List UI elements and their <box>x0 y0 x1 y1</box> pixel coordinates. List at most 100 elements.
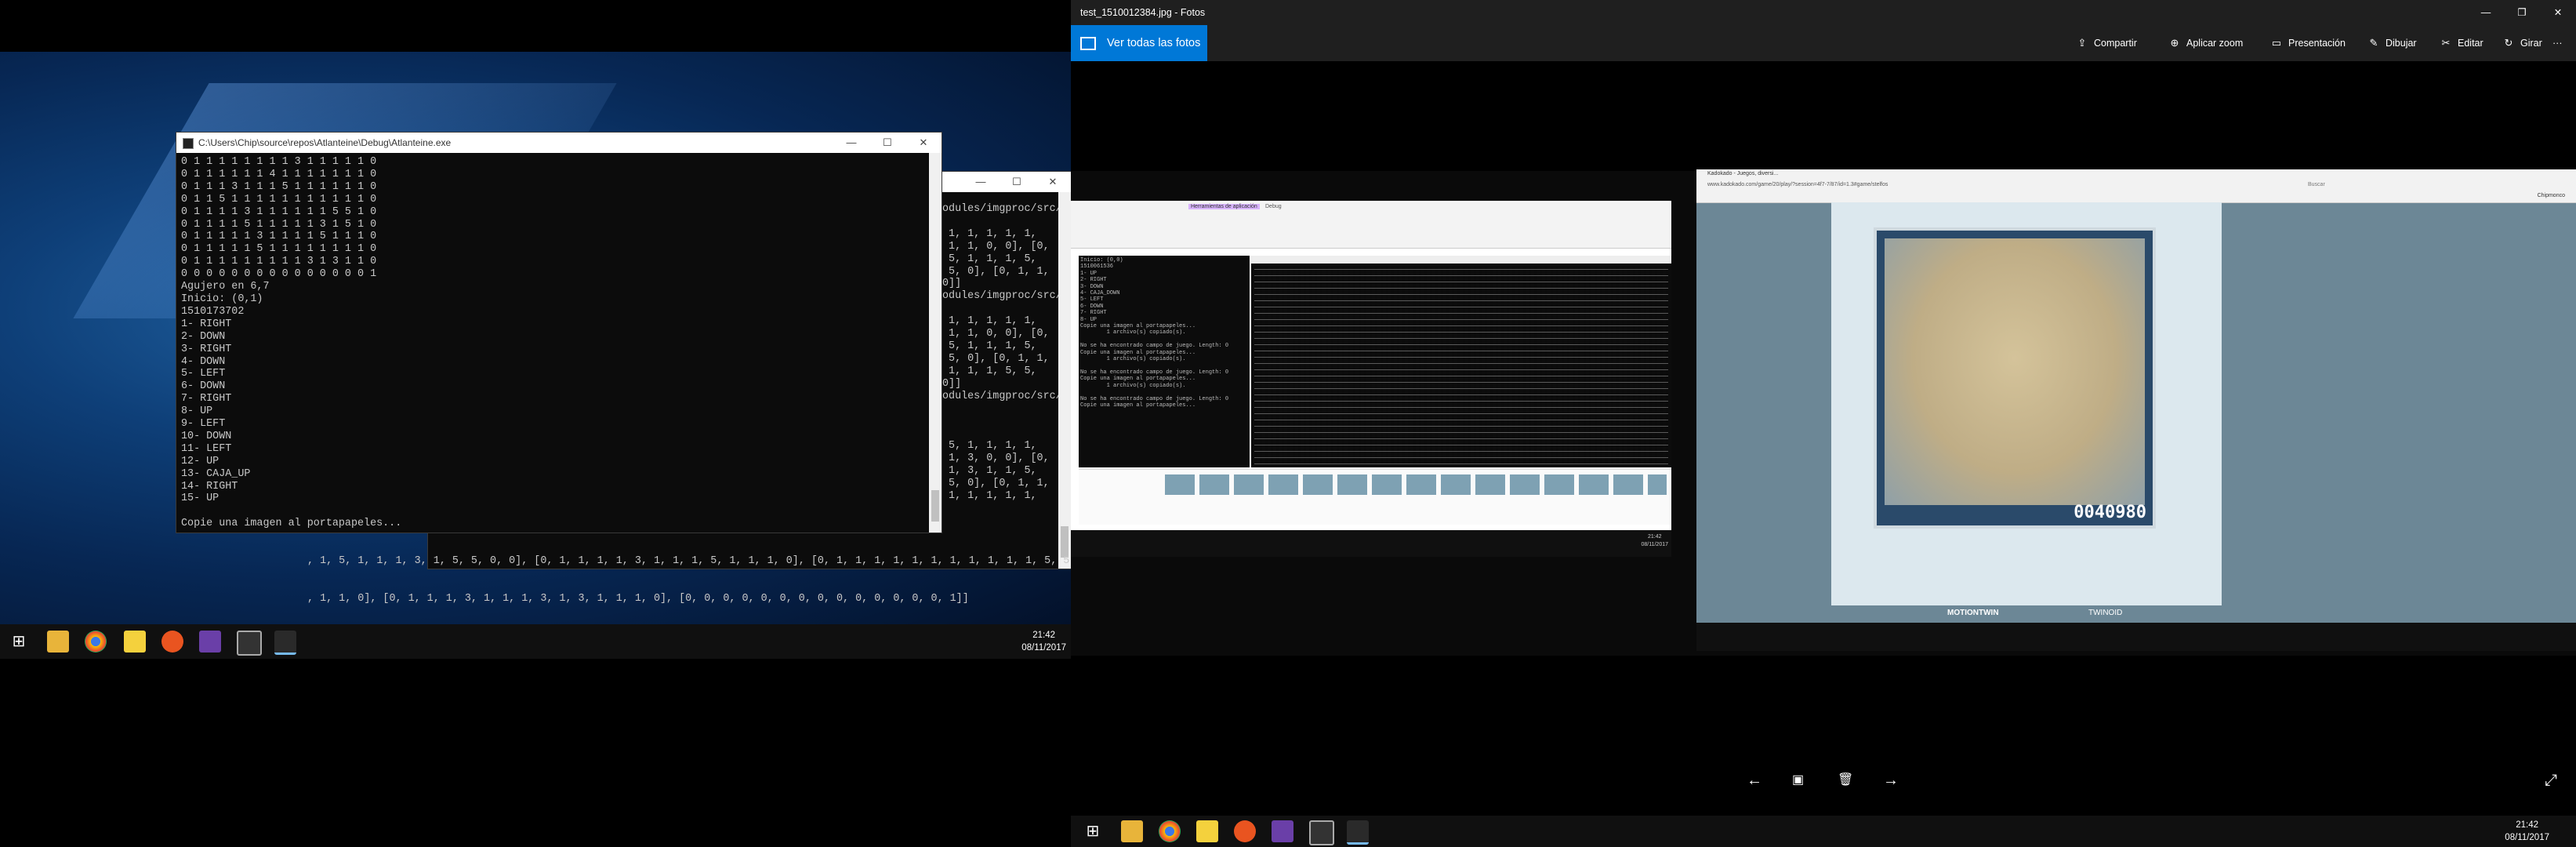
back-console-line: 1, 3, 0, 0], [0, <box>942 453 1050 465</box>
photo-brand-twinoid: TWINOID <box>2088 609 2123 617</box>
rotate-button[interactable]: ↻ Girar <box>2502 25 2542 61</box>
photo-game-score: 0040980 <box>2073 503 2146 522</box>
close-icon[interactable]: ✕ <box>1035 172 1071 192</box>
console-title: C:\Users\Chip\source\repos\Atlanteine\De… <box>198 137 452 148</box>
back-console-line: 5, 1, 1, 1, 1, <box>942 440 1037 453</box>
photos-icon[interactable] <box>1347 820 1369 845</box>
console-line: 6- DOWN <box>181 380 226 393</box>
slideshow-label: Presentación <box>2288 38 2346 49</box>
photos-icon[interactable] <box>274 631 296 655</box>
back-console-line: odules/imgproc/src/ <box>942 390 1062 402</box>
draw-button[interactable]: ✎ Dibujar <box>2367 25 2417 61</box>
photo-browser-search: Buscar <box>2308 182 2325 187</box>
file-explorer-icon[interactable] <box>1121 820 1143 842</box>
sticky-notes-icon[interactable] <box>1196 820 1218 842</box>
photo-inner-console-line: 1510061536 <box>1080 264 1114 271</box>
more-button[interactable]: ··· <box>2552 25 2563 61</box>
photo-brand-motiontwin: MOTIONTWIN <box>1947 609 1999 617</box>
console-taskbar-icon[interactable] <box>1309 820 1334 845</box>
console-line: Agujero en 6,7 <box>181 281 270 293</box>
back-console-line <box>942 403 1062 416</box>
chrome-icon[interactable] <box>1159 820 1181 842</box>
back-window-controls[interactable]: — ☐ ✕ <box>963 172 1071 192</box>
next-photo-icon[interactable]: → <box>1883 772 1899 790</box>
restore-icon[interactable]: ❐ <box>2504 0 2540 25</box>
minimize-icon[interactable]: — <box>2468 0 2504 25</box>
console-window-controls[interactable]: — ☐ ✕ <box>833 133 942 153</box>
minimize-icon[interactable]: — <box>963 172 999 192</box>
back-console-output: odules/imgproc/src/ 1, 1, 1, 1, 1, 1, 1,… <box>942 203 1062 503</box>
windows-icon[interactable]: ⊞ <box>8 631 30 653</box>
console-taskbar-icon[interactable] <box>237 631 262 656</box>
previous-photo-icon[interactable]: ← <box>1747 772 1762 790</box>
photos-clock[interactable]: 21:42 08/11/2017 <box>2505 819 2549 844</box>
console-line: 10- DOWN <box>181 430 232 442</box>
photos-titlebar[interactable]: test_1510012384.jpg - Fotos — ❐ ✕ <box>1071 0 2576 25</box>
photos-taskbar: ⊞ 21:42 08/11/2017 <box>1071 816 2576 847</box>
photo-browser-chrome: Kadokado - Juegos, diversi... www.kadoka… <box>1696 169 2576 203</box>
photo-inner-console-line: Inicio: (0,0) <box>1080 257 1123 264</box>
share-button[interactable]: ⇪ Compartir <box>2076 25 2137 61</box>
console-line: 0 1 1 1 1 5 1 1 1 1 1 3 1 5 1 0 <box>181 218 377 231</box>
back-console-line: 5, 1, 1, 1, 5, <box>942 340 1037 352</box>
zoom-button[interactable]: ⊕ Aplicar zoom <box>2168 25 2244 61</box>
see-all-photos-button[interactable]: Ver todas las fotos <box>1071 25 1207 61</box>
close-icon[interactable]: ✕ <box>905 133 942 153</box>
back-console-line: 5, 1, 1, 1, 5, <box>942 253 1037 265</box>
photos-clock-date: 08/11/2017 <box>2505 833 2549 842</box>
maximize-icon[interactable]: ☐ <box>999 172 1035 192</box>
left-clock[interactable]: 21:42 08/11/2017 <box>1021 629 1066 654</box>
photo-inner-window: Herramientas de aplicación Debug Inicio:… <box>1071 201 1671 530</box>
photo-inner-matrix <box>1251 256 1671 467</box>
ubuntu-icon[interactable] <box>1234 820 1256 842</box>
photo-brand-bar: MOTIONTWIN TWINOID <box>1696 605 2576 623</box>
console-scrollbar[interactable] <box>929 153 942 533</box>
rotate-icon: ↻ <box>2504 37 2513 49</box>
console-line: 0 1 1 1 1 1 1 1 1 1 3 1 3 1 1 0 <box>181 256 377 268</box>
console-line: 1- RIGHT <box>181 318 232 330</box>
rotate-label: Girar <box>2520 38 2542 49</box>
file-explorer-icon[interactable] <box>47 631 69 653</box>
photo-inner-console-line: 4- CAJA_DOWN <box>1080 290 1120 297</box>
console-line: 0 1 1 1 1 1 1 1 1 3 1 1 1 1 1 0 <box>181 156 377 168</box>
slideshow-button[interactable]: ▭ Presentación <box>2270 25 2346 61</box>
close-icon[interactable]: ✕ <box>2540 0 2576 25</box>
console-line: 13- CAJA_UP <box>181 467 251 480</box>
left-clock-date: 08/11/2017 <box>1021 643 1066 653</box>
more-icon: ··· <box>2552 38 2563 49</box>
sticky-notes-icon[interactable] <box>124 631 146 653</box>
console-line: 15- UP <box>181 493 220 505</box>
draw-icon: ✎ <box>2369 37 2378 49</box>
windows-icon[interactable]: ⊞ <box>1082 820 1104 842</box>
console-window[interactable]: C:\Users\Chip\source\repos\Atlanteine\De… <box>176 132 942 533</box>
visual-studio-icon[interactable] <box>199 631 221 653</box>
share-icon: ⇪ <box>2077 37 2087 49</box>
photo-inner-console-line: Copie una imagen al portapapeles... <box>1080 349 1196 356</box>
expand-icon[interactable]: ⤢ <box>2545 772 2557 790</box>
edit-button[interactable]: ✂ Editar <box>2440 25 2483 61</box>
photo-inner-console-line: 6- DOWN <box>1080 303 1104 310</box>
console-line: 0 1 1 5 1 1 1 1 1 1 1 1 1 1 1 0 <box>181 193 377 205</box>
photo-inner-console-line: No se ha encontrado campo de juego. Leng… <box>1080 395 1229 402</box>
minimize-icon[interactable]: — <box>833 133 869 153</box>
console-titlebar[interactable]: C:\Users\Chip\source\repos\Atlanteine\De… <box>176 133 942 153</box>
slideshow-icon: ▭ <box>2271 37 2282 49</box>
ubuntu-icon[interactable] <box>161 631 183 653</box>
photo-inner-console-text: Inicio: (0,0) 1510061536 1- UP 2- RIGHT 3- D… <box>1080 257 1228 409</box>
back-window-scrollbar[interactable] <box>1058 192 1071 569</box>
chrome-icon[interactable] <box>85 631 107 653</box>
photo-right-screen: Kadokado - Juegos, diversi... www.kadoka… <box>1696 169 2576 651</box>
filmstrip-icon[interactable]: ▣ <box>1792 772 1804 787</box>
photo-inner-clock-date: 08/11/2017 <box>1641 542 1668 547</box>
maximize-icon[interactable]: ☐ <box>869 133 905 153</box>
delete-icon[interactable]: 🗑 <box>1838 772 1853 787</box>
photo-inner-clock-time: 21:42 <box>1647 534 1662 540</box>
photo-inner-tab-2: Debug <box>1265 204 1282 209</box>
photo-game-page: 0040980 <box>1831 202 2222 621</box>
photo-inner-console-line: 1 archivo(s) copiado(s). <box>1080 382 1186 389</box>
visual-studio-icon[interactable] <box>1272 820 1293 842</box>
photo-inner-console-line: 2- RIGHT <box>1080 277 1107 284</box>
console-icon <box>183 138 194 149</box>
photo-inner-console-line: Copie una imagen al portapapeles... <box>1080 323 1196 330</box>
back-bottom-line-1: , 1, 5, 1, 1, 1, 3, 1, 5, 5, 0, 0], [0, … <box>307 554 1071 567</box>
